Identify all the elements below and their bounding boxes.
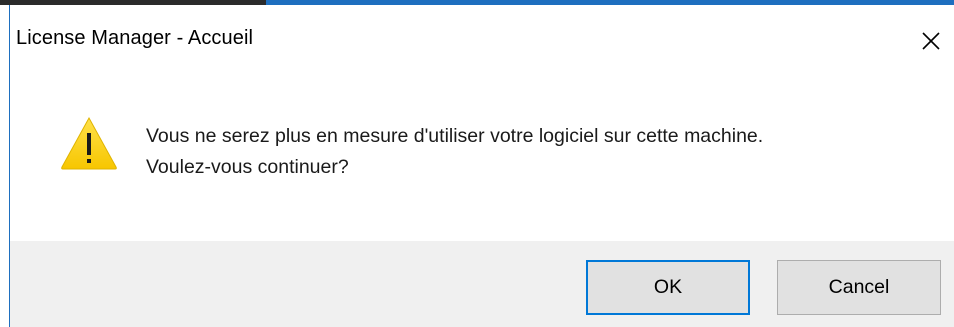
message-dialog: License Manager - Accueil Vous ne serez …	[9, 5, 954, 327]
close-button[interactable]	[908, 22, 954, 60]
message-line-2: Voulez-vous continuer?	[146, 156, 349, 178]
dialog-footer: OK Cancel	[10, 241, 954, 327]
close-icon	[921, 31, 941, 51]
warning-icon	[60, 116, 118, 170]
dialog-title: License Manager - Accueil	[16, 27, 254, 49]
message-text: Vous ne serez plus en mesure d'utiliser …	[146, 121, 763, 183]
ok-button[interactable]: OK	[586, 260, 750, 315]
screen: License Manager - Accueil Vous ne serez …	[0, 0, 954, 327]
message-line-1: Vous ne serez plus en mesure d'utiliser …	[146, 125, 764, 147]
dialog-body: Vous ne serez plus en mesure d'utiliser …	[10, 83, 954, 241]
cancel-button[interactable]: Cancel	[777, 260, 941, 315]
title-bar[interactable]: License Manager - Accueil	[10, 5, 954, 83]
